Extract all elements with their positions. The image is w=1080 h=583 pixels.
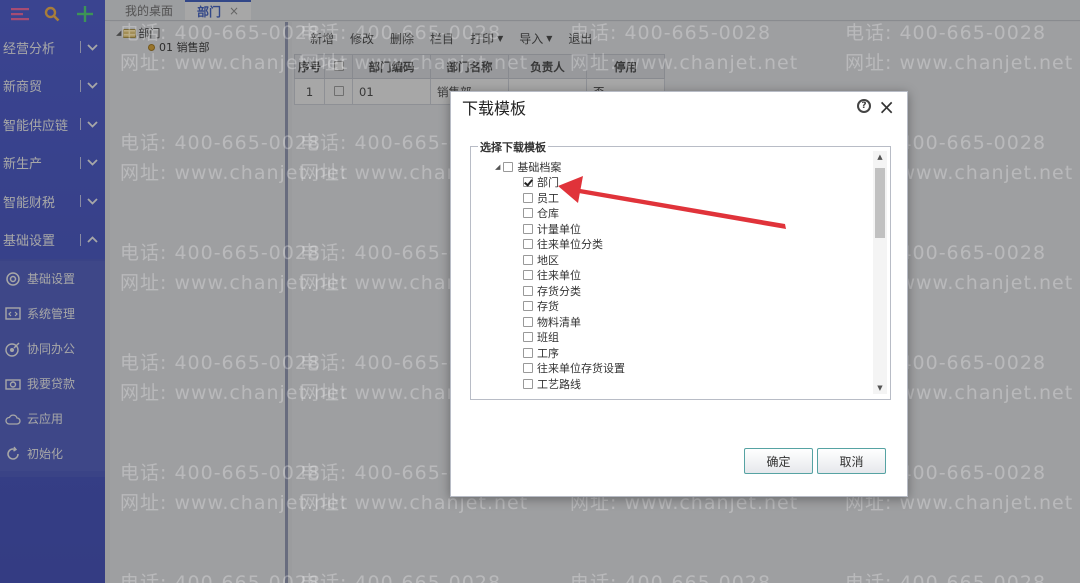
annotation-arrow <box>558 176 786 229</box>
